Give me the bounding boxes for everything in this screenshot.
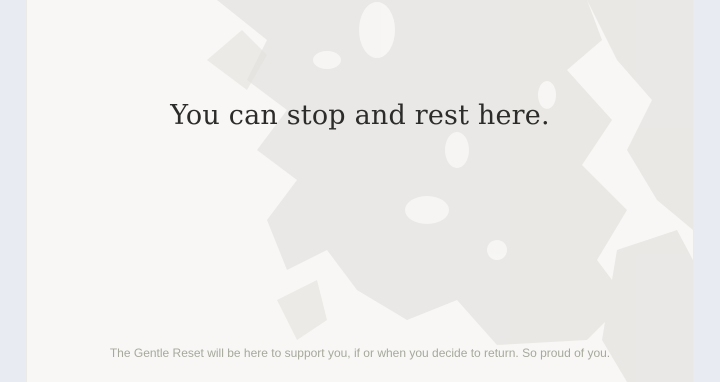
right-margin [693,0,720,382]
support-note: The Gentle Reset will be here to support… [109,346,611,360]
rest-screen-card: You can stop and rest here. The Gentle R… [27,0,693,382]
leaf-shadow-background [207,0,693,382]
left-margin [0,0,27,382]
rest-headline: You can stop and rest here. [170,100,550,131]
